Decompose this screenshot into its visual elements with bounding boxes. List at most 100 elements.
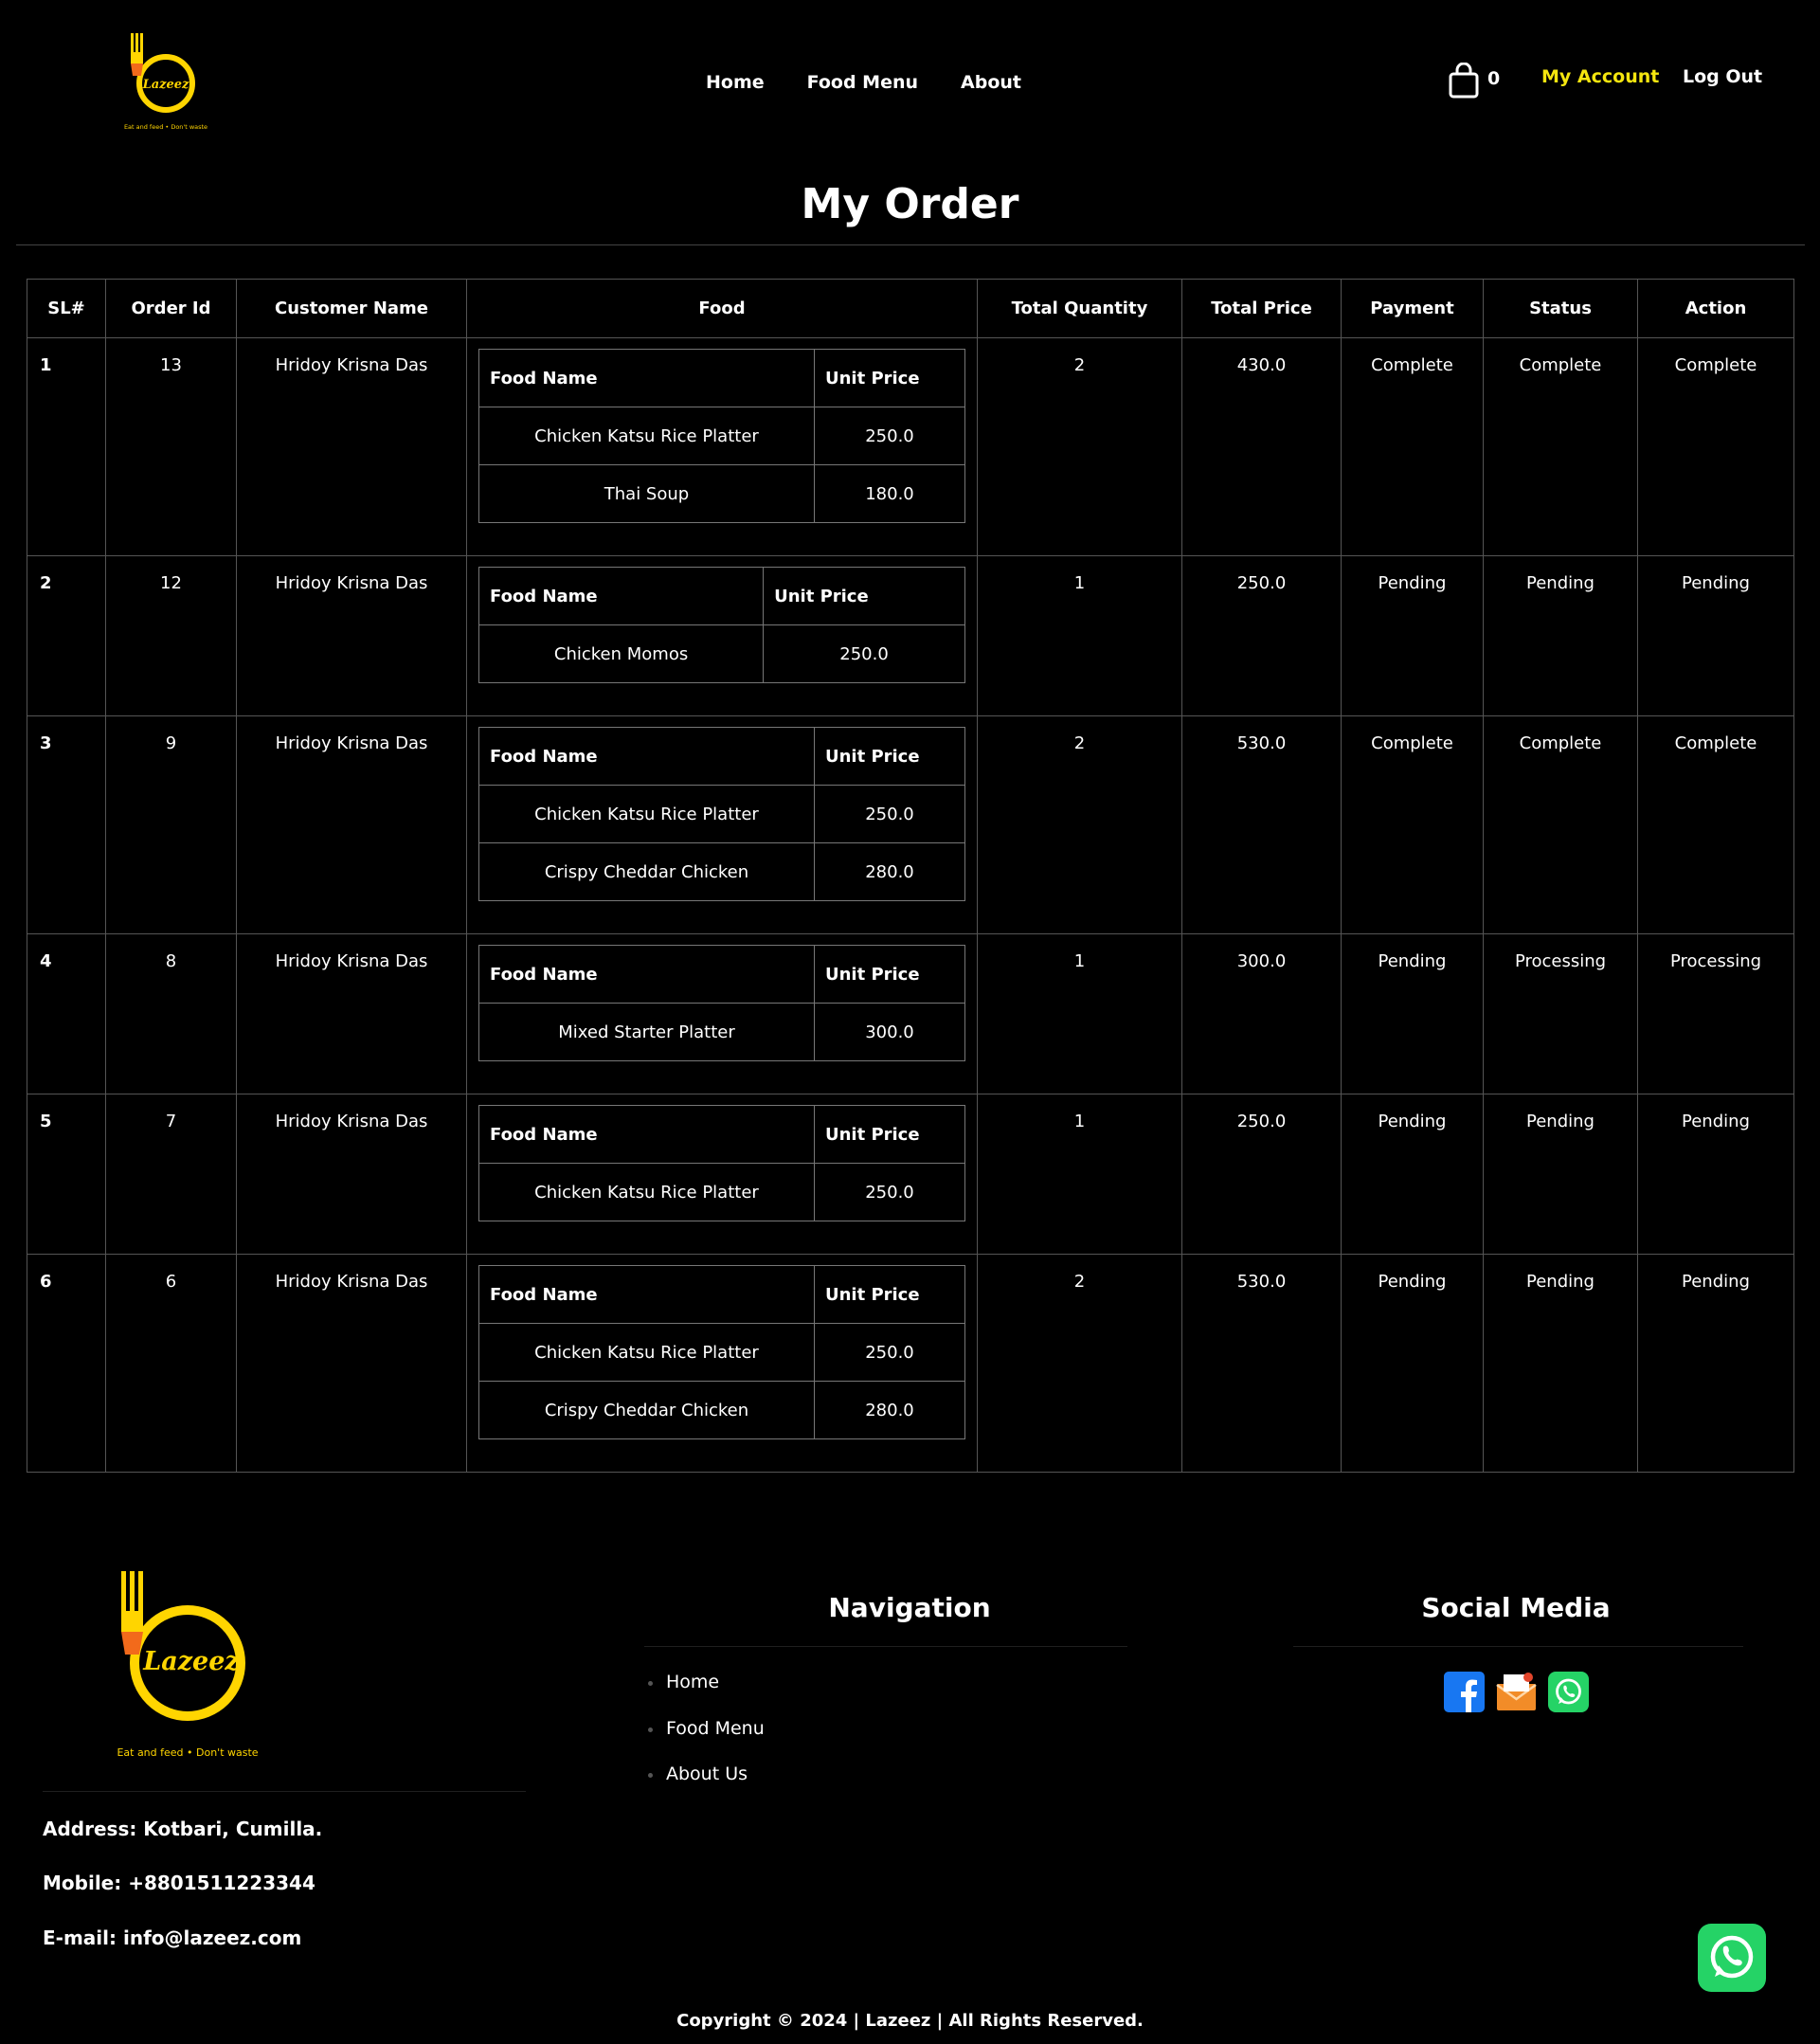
food-items-table: Food Name Unit Price Chicken Katsu Rice Pl… (478, 1265, 966, 1439)
food-item-row: Mixed Starter Platter 300.0 (478, 1003, 966, 1061)
nav-home[interactable]: Home (706, 72, 765, 93)
food-item-row: Chicken Momos 250.0 (478, 624, 965, 683)
lazeez-logo[interactable]: Lazeez Eat and feed • Don't waste (123, 28, 218, 137)
order-id-cell: 13 (105, 337, 237, 556)
food-item-row: Crispy Cheddar Chicken 280.0 (478, 1381, 966, 1439)
bullet-icon (648, 1727, 653, 1732)
social-icons (1444, 1672, 1589, 1712)
footer-link-about-us[interactable]: About Us (666, 1764, 748, 1784)
nav-about[interactable]: About (961, 72, 1021, 93)
header-status: Status (1483, 279, 1638, 338)
order-row: 3 9 Hridoy Krisna Das Food Name Unit Price Ch… (27, 715, 1794, 934)
header-food: Food (466, 279, 978, 338)
header-customer-name: Customer Name (236, 279, 467, 338)
food-cell: Food Name Unit Price Chicken Katsu Rice Pl… (466, 715, 978, 934)
footer-link-home[interactable]: Home (666, 1672, 719, 1692)
food-name-cell: Chicken Katsu Rice Platter (478, 407, 815, 465)
order-row: 2 12 Hridoy Krisna Das Food Name Unit Price C… (27, 555, 1794, 716)
order-row: 5 7 Hridoy Krisna Das Food Name Unit Price Ch… (27, 1094, 1794, 1255)
unit-price-header: Unit Price (813, 349, 966, 407)
footer-social-heading: Social Media (1421, 1592, 1611, 1623)
lazeez-footer-logo: Lazeez Eat and feed • Don't waste (117, 1571, 259, 1759)
facebook-icon[interactable] (1444, 1672, 1485, 1712)
total-price-cell: 530.0 (1181, 1254, 1342, 1473)
logout-link[interactable]: Log Out (1683, 66, 1762, 87)
food-cell: Food Name Unit Price Chicken Katsu Rice Pl… (466, 337, 978, 556)
footer-nav-divider (644, 1646, 1127, 1647)
sl-cell: 5 (27, 1094, 106, 1255)
bullet-icon (648, 1773, 653, 1778)
orders-table: SL# Order Id Customer Name Food Total Qu… (27, 279, 1794, 1473)
total-price-cell: 530.0 (1181, 715, 1342, 934)
food-items-table: Food Name Unit Price Chicken Katsu Rice Pl… (478, 1105, 966, 1221)
food-item-row: Chicken Katsu Rice Platter 250.0 (478, 785, 966, 843)
food-name-cell: Mixed Starter Platter (478, 1003, 815, 1061)
unit-price-cell: 250.0 (813, 407, 966, 465)
food-header-row: Food Name Unit Price (478, 727, 966, 786)
food-name-header: Food Name (478, 567, 765, 625)
order-status-cell: Pending (1483, 1254, 1638, 1473)
nav-food-menu[interactable]: Food Menu (807, 72, 918, 93)
total-quantity-cell: 2 (977, 715, 1182, 934)
my-account-link[interactable]: My Account (1541, 66, 1659, 87)
shopping-bag-icon[interactable] (1448, 63, 1480, 99)
food-name-header: Food Name (478, 727, 815, 786)
food-header-row: Food Name Unit Price (478, 945, 966, 1004)
header-total-quantity: Total Quantity (977, 279, 1182, 338)
footer-social-divider (1293, 1646, 1743, 1647)
food-items-table: Food Name Unit Price Chicken Katsu Rice Pl… (478, 727, 966, 901)
order-id-cell: 6 (105, 1254, 237, 1473)
sl-cell: 1 (27, 337, 106, 556)
order-id-cell: 12 (105, 555, 237, 716)
email-icon[interactable] (1496, 1672, 1537, 1712)
food-header-row: Food Name Unit Price (478, 349, 966, 407)
food-name-header: Food Name (478, 1105, 815, 1164)
header-order-id: Order Id (105, 279, 237, 338)
order-id-cell: 8 (105, 933, 237, 1094)
order-status-cell: Pending (1483, 555, 1638, 716)
food-cell: Food Name Unit Price Chicken Momos 250.0 (466, 555, 978, 716)
payment-status-cell: Complete (1341, 337, 1484, 556)
unit-price-cell: 250.0 (813, 1163, 966, 1221)
order-status-cell: Complete (1483, 337, 1638, 556)
sl-cell: 4 (27, 933, 106, 1094)
footer-nav-item: About Us (646, 1764, 765, 1810)
footer-email: E-mail: info@lazeez.com (43, 1926, 302, 1949)
site-header: Lazeez Eat and feed • Don't waste Home F… (0, 0, 1820, 161)
food-item-row: Chicken Katsu Rice Platter 250.0 (478, 407, 966, 465)
food-cell: Food Name Unit Price Mixed Starter Platter… (466, 933, 978, 1094)
total-price-cell: 250.0 (1181, 1094, 1342, 1255)
total-quantity-cell: 1 (977, 1094, 1182, 1255)
main-nav: Home Food Menu About (706, 72, 1021, 93)
svg-text:Eat and feed • Don't waste: Eat and feed • Don't waste (117, 1746, 258, 1759)
total-quantity-cell: 2 (977, 1254, 1182, 1473)
food-header-row: Food Name Unit Price (478, 1105, 966, 1164)
action-cell: Pending (1637, 1094, 1794, 1255)
food-cell: Food Name Unit Price Chicken Katsu Rice Pl… (466, 1094, 978, 1255)
customer-name-cell: Hridoy Krisna Das (236, 1094, 467, 1255)
food-name-header: Food Name (478, 349, 815, 407)
customer-name-cell: Hridoy Krisna Das (236, 715, 467, 934)
food-header-row: Food Name Unit Price (478, 1265, 966, 1324)
whatsapp-icon[interactable] (1548, 1672, 1589, 1712)
svg-text:Lazeez: Lazeez (142, 78, 189, 92)
food-name-cell: Chicken Katsu Rice Platter (478, 785, 815, 843)
footer-link-food-menu[interactable]: Food Menu (666, 1718, 765, 1739)
order-status-cell: Complete (1483, 715, 1638, 934)
payment-status-cell: Pending (1341, 1094, 1484, 1255)
food-name-cell: Chicken Katsu Rice Platter (478, 1323, 815, 1382)
unit-price-header: Unit Price (763, 567, 965, 625)
customer-name-cell: Hridoy Krisna Das (236, 1254, 467, 1473)
svg-text:Eat and feed • Don't waste: Eat and feed • Don't waste (124, 123, 207, 131)
order-id-cell: 7 (105, 1094, 237, 1255)
footer-nav-heading: Navigation (828, 1592, 991, 1623)
order-row: 6 6 Hridoy Krisna Das Food Name Unit Price Ch… (27, 1254, 1794, 1473)
unit-price-cell: 250.0 (813, 1323, 966, 1382)
unit-price-header: Unit Price (813, 1105, 966, 1164)
svg-text:Lazeez: Lazeez (142, 1647, 240, 1676)
action-cell: Complete (1637, 337, 1794, 556)
whatsapp-chat-button[interactable] (1697, 1923, 1767, 1993)
food-items-table: Food Name Unit Price Chicken Katsu Rice Pl… (478, 349, 966, 523)
footer-mobile: Mobile: +8801511223344 (43, 1872, 315, 1894)
total-price-cell: 430.0 (1181, 337, 1342, 556)
